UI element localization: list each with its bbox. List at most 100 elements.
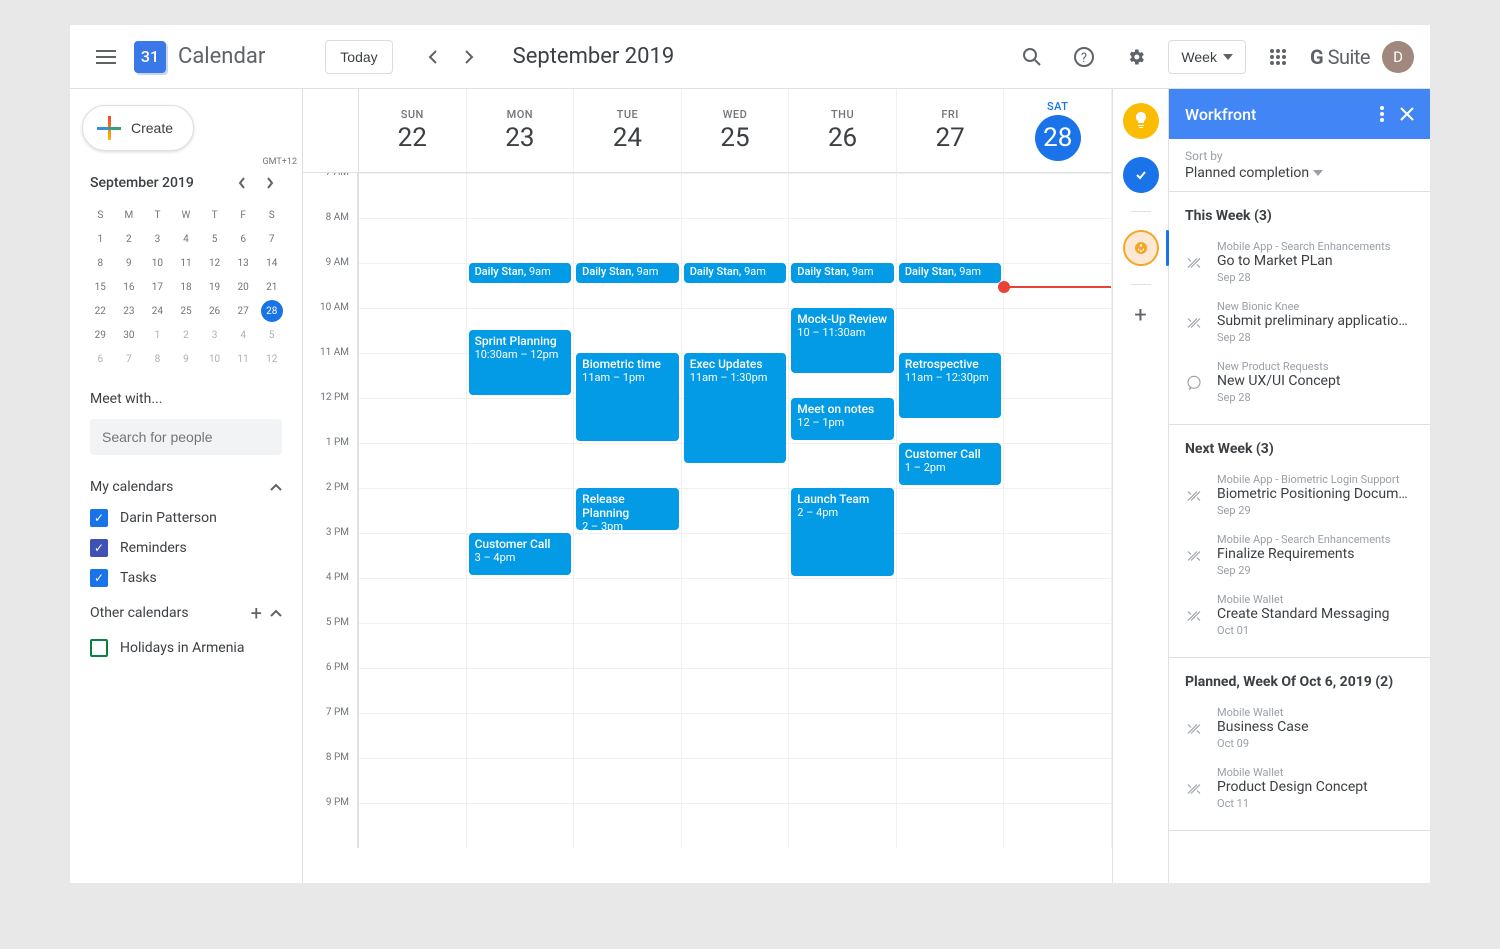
workfront-task[interactable]: Mobile App - Search EnhancementsFinalize… xyxy=(1169,525,1430,585)
mini-day-cell[interactable]: 14 xyxy=(257,251,286,275)
day-header-cell[interactable]: WED25 xyxy=(682,89,790,172)
my-calendars-toggle[interactable]: My calendars xyxy=(78,471,294,503)
calendar-scroll-area[interactable]: 7 AM8 AM9 AM10 AM11 AM12 PM1 PM2 PM3 PM4… xyxy=(303,173,1112,883)
mini-day-cell[interactable]: 16 xyxy=(115,275,144,299)
calendar-event[interactable]: Retrospective11am – 12:30pm xyxy=(899,353,1002,418)
mini-day-cell[interactable]: 22 xyxy=(86,299,115,323)
calendar-event[interactable]: Daily Stan, 9am xyxy=(469,263,572,283)
mini-day-cell[interactable]: 12 xyxy=(257,347,286,371)
mini-day-cell[interactable]: 15 xyxy=(86,275,115,299)
mini-day-cell[interactable]: 24 xyxy=(143,299,172,323)
workfront-task[interactable]: Mobile App - Biometric Login SupportBiom… xyxy=(1169,465,1430,525)
calendar-event[interactable]: Daily Stan, 9am xyxy=(576,263,679,283)
workfront-task[interactable]: New Product RequestsNew UX/UI ConceptSep… xyxy=(1169,352,1430,412)
people-search-input[interactable] xyxy=(90,419,282,455)
view-selector[interactable]: Week xyxy=(1168,40,1246,74)
mini-day-cell[interactable]: 8 xyxy=(86,251,115,275)
mini-day-cell[interactable]: 3 xyxy=(143,227,172,251)
mini-day-cell[interactable]: 13 xyxy=(229,251,258,275)
mini-day-cell[interactable]: 4 xyxy=(172,227,201,251)
mini-day-cell[interactable]: 11 xyxy=(172,251,201,275)
workfront-task[interactable]: Mobile App - Search EnhancementsGo to Ma… xyxy=(1169,232,1430,292)
calendar-event[interactable]: Launch Team2 – 4pm xyxy=(791,488,894,576)
calendar-item[interactable]: Holidays in Armenia xyxy=(90,633,282,663)
calendar-item[interactable]: Darin Patterson xyxy=(90,503,282,533)
mini-day-cell[interactable]: 5 xyxy=(200,227,229,251)
mini-day-cell[interactable]: 3 xyxy=(200,323,229,347)
mini-day-cell[interactable]: 6 xyxy=(229,227,258,251)
mini-day-cell[interactable]: 30 xyxy=(115,323,144,347)
mini-day-cell[interactable]: 21 xyxy=(257,275,286,299)
mini-day-cell[interactable]: 27 xyxy=(229,299,258,323)
calendar-event[interactable]: Biometric time11am – 1pm xyxy=(576,353,679,441)
workfront-menu-button[interactable] xyxy=(1380,106,1384,122)
workfront-task[interactable]: Mobile WalletProduct Design ConceptOct 1… xyxy=(1169,758,1430,818)
mini-day-cell[interactable]: 9 xyxy=(172,347,201,371)
mini-day-cell[interactable]: 20 xyxy=(229,275,258,299)
day-header-cell[interactable]: MON23 xyxy=(467,89,575,172)
google-apps-button[interactable] xyxy=(1258,37,1298,77)
calendar-event[interactable]: Daily Stan, 9am xyxy=(684,263,787,283)
workfront-addon-button[interactable] xyxy=(1123,230,1159,266)
prev-week-button[interactable] xyxy=(417,41,449,73)
mini-next-month[interactable] xyxy=(258,171,282,195)
mini-day-cell[interactable]: 23 xyxy=(115,299,144,323)
help-button[interactable]: ? xyxy=(1064,37,1104,77)
mini-day-cell[interactable]: 7 xyxy=(115,347,144,371)
keep-addon-button[interactable] xyxy=(1123,103,1159,139)
calendar-event[interactable]: Exec Updates11am – 1:30pm xyxy=(684,353,787,463)
today-button[interactable]: Today xyxy=(325,40,392,74)
calendar-checkbox[interactable] xyxy=(90,539,108,557)
day-column[interactable] xyxy=(359,173,467,848)
day-header-cell[interactable]: SAT28 xyxy=(1004,89,1112,172)
day-header-cell[interactable]: FRI27 xyxy=(897,89,1005,172)
mini-day-cell[interactable]: 8 xyxy=(143,347,172,371)
calendar-event[interactable]: Sprint Planning10:30am – 12pm xyxy=(469,330,572,395)
workfront-close-button[interactable] xyxy=(1400,107,1414,121)
mini-day-cell[interactable]: 19 xyxy=(200,275,229,299)
mini-day-cell[interactable]: 25 xyxy=(172,299,201,323)
day-header-cell[interactable]: SUN22 xyxy=(359,89,467,172)
day-column[interactable]: Daily Stan, 9am Biometric time11am – 1pm R… xyxy=(574,173,682,848)
workfront-task[interactable]: New Bionic KneeSubmit preliminary applic… xyxy=(1169,292,1430,352)
tasks-addon-button[interactable] xyxy=(1123,157,1159,193)
mini-day-cell[interactable]: 4 xyxy=(229,323,258,347)
day-column[interactable]: Daily Stan, 9am Sprint Planning10:30am – … xyxy=(467,173,575,848)
calendar-item[interactable]: Tasks xyxy=(90,563,282,593)
mini-day-cell[interactable]: 1 xyxy=(143,323,172,347)
calendar-checkbox[interactable] xyxy=(90,639,108,657)
mini-day-cell[interactable]: 11 xyxy=(229,347,258,371)
mini-day-cell[interactable]: 28 xyxy=(261,300,283,322)
mini-day-cell[interactable]: 1 xyxy=(86,227,115,251)
settings-button[interactable] xyxy=(1116,37,1156,77)
calendar-event[interactable]: Customer Call3 – 4pm xyxy=(469,533,572,575)
workfront-task[interactable]: Mobile WalletBusiness CaseOct 09 xyxy=(1169,698,1430,758)
mini-day-cell[interactable]: 10 xyxy=(143,251,172,275)
account-avatar[interactable]: D xyxy=(1382,41,1414,73)
mini-day-cell[interactable]: 10 xyxy=(200,347,229,371)
calendar-event[interactable]: Daily Stan, 9am xyxy=(899,263,1002,283)
mini-day-cell[interactable]: 9 xyxy=(115,251,144,275)
calendar-event[interactable]: Release Planning2 – 3pm xyxy=(576,488,679,530)
mini-day-cell[interactable]: 2 xyxy=(172,323,201,347)
mini-day-cell[interactable]: 12 xyxy=(200,251,229,275)
day-header-cell[interactable]: TUE24 xyxy=(574,89,682,172)
mini-day-cell[interactable]: 26 xyxy=(200,299,229,323)
mini-day-cell[interactable]: 18 xyxy=(172,275,201,299)
mini-prev-month[interactable] xyxy=(230,171,254,195)
calendar-checkbox[interactable] xyxy=(90,509,108,527)
mini-day-cell[interactable]: 5 xyxy=(257,323,286,347)
day-header-cell[interactable]: THU26 xyxy=(789,89,897,172)
search-button[interactable] xyxy=(1012,37,1052,77)
day-column[interactable]: Daily Stan, 9am Mock-Up Review10 – 11:30a… xyxy=(789,173,897,848)
calendar-event[interactable]: Mock-Up Review10 – 11:30am xyxy=(791,308,894,373)
add-other-calendar-button[interactable]: + xyxy=(251,601,262,625)
sort-selector[interactable]: Planned completion xyxy=(1185,165,1414,181)
calendar-event[interactable]: Customer Call1 – 2pm xyxy=(899,443,1002,485)
calendar-event[interactable]: Daily Stan, 9am xyxy=(791,263,894,283)
workfront-task[interactable]: Mobile WalletCreate Standard MessagingOc… xyxy=(1169,585,1430,645)
next-week-button[interactable] xyxy=(453,41,485,73)
create-button[interactable]: Create xyxy=(82,105,194,151)
day-column[interactable] xyxy=(1004,173,1112,848)
calendar-checkbox[interactable] xyxy=(90,569,108,587)
